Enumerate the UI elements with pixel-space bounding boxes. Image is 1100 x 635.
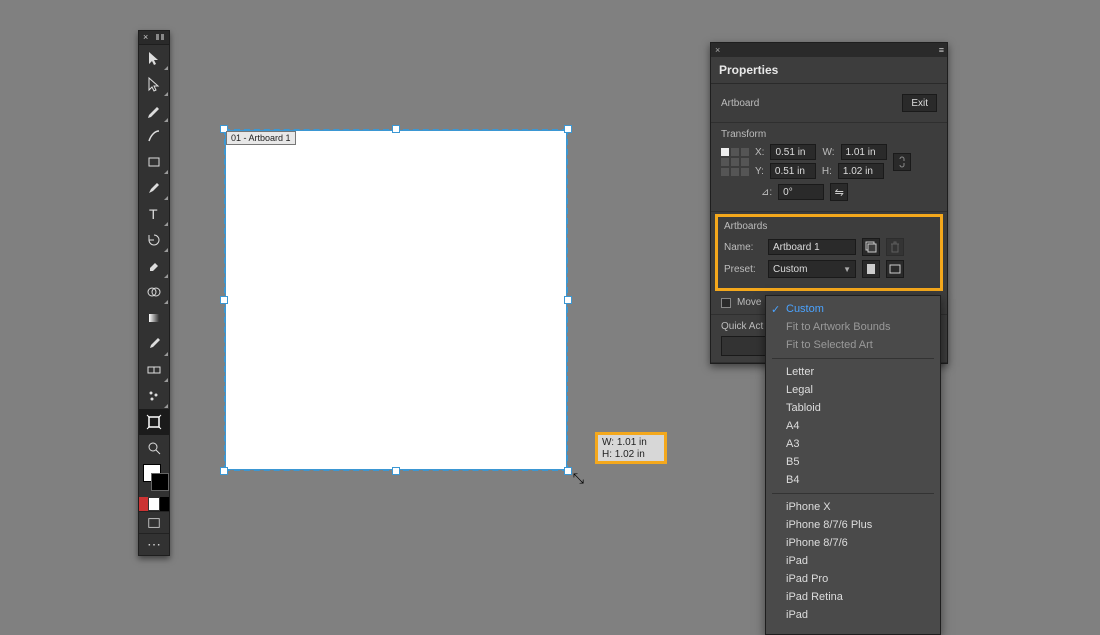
angle-field[interactable]: 0° — [778, 184, 824, 200]
transform-section: Transform X: 0.51 in W: 1.01 in Y: 0.51 … — [711, 123, 947, 212]
preset-dropdown: Custom Fit to Artwork Bounds Fit to Sele… — [765, 295, 941, 635]
edit-toolbar-button[interactable]: ⋯ — [139, 533, 169, 555]
eyedropper-tool[interactable] — [139, 331, 169, 357]
artboards-heading: Artboards — [724, 221, 934, 232]
resize-handle-b[interactable] — [392, 467, 400, 475]
dropdown-separator — [772, 493, 934, 494]
constrain-proportions-icon[interactable] — [893, 153, 911, 171]
symbol-sprayer-tool[interactable] — [139, 383, 169, 409]
exit-button[interactable]: Exit — [902, 94, 937, 112]
preset-value: Custom — [773, 264, 807, 275]
preset-option[interactable]: A3 — [766, 435, 940, 453]
resize-handle-br[interactable] — [564, 467, 572, 475]
h-label: H: — [822, 166, 832, 177]
preset-option-custom[interactable]: Custom — [766, 300, 940, 318]
svg-text:T: T — [149, 206, 158, 222]
move-checkbox[interactable] — [721, 298, 731, 308]
preset-option[interactable]: iPhone X — [766, 498, 940, 516]
resize-handle-r[interactable] — [564, 296, 572, 304]
orientation-portrait-icon[interactable] — [862, 260, 880, 278]
panel-title-row: Properties — [711, 57, 947, 84]
artboard-tool[interactable] — [139, 409, 169, 435]
zoom-tool[interactable] — [139, 435, 169, 461]
y-label: Y: — [755, 166, 764, 177]
preset-option[interactable]: iPhone 8/7/6 — [766, 534, 940, 552]
chevron-down-icon: ▼ — [843, 265, 851, 274]
delete-artboard-icon — [886, 238, 904, 256]
angle-label: ⊿: — [761, 187, 772, 198]
preset-option[interactable]: iPad Pro — [766, 570, 940, 588]
artboard-label: 01 - Artboard 1 — [226, 131, 296, 145]
direct-selection-tool[interactable] — [139, 71, 169, 97]
move-label: Move — [737, 297, 761, 308]
resize-handle-tr[interactable] — [564, 125, 572, 133]
color-mode-row[interactable] — [139, 497, 169, 511]
name-label: Name: — [724, 242, 762, 253]
x-label: X: — [755, 147, 764, 158]
palette-header[interactable]: × — [139, 31, 169, 45]
preset-option[interactable]: A4 — [766, 417, 940, 435]
gradient-tool[interactable] — [139, 305, 169, 331]
transform-heading: Transform — [721, 129, 937, 140]
preset-label: Preset: — [724, 264, 762, 275]
preset-option[interactable]: Legal — [766, 381, 940, 399]
preset-option[interactable]: iPad Retina — [766, 588, 940, 606]
orientation-landscape-icon[interactable] — [886, 260, 904, 278]
panel-close-icon[interactable]: × — [715, 45, 720, 55]
panel-menu-icon[interactable]: ≡ — [939, 45, 943, 55]
y-field[interactable]: 0.51 in — [770, 163, 816, 179]
preset-option-fit-artwork[interactable]: Fit to Artwork Bounds — [766, 318, 940, 336]
paintbrush-tool[interactable] — [139, 175, 169, 201]
curvature-tool[interactable] — [139, 123, 169, 149]
preset-select[interactable]: Custom ▼ — [768, 260, 856, 278]
shape-builder-tool[interactable] — [139, 279, 169, 305]
expand-icon[interactable] — [156, 34, 166, 40]
quick-action-button[interactable] — [721, 336, 771, 356]
w-field[interactable]: 1.01 in — [841, 144, 887, 160]
resize-cursor-icon: ⤡ — [573, 470, 584, 487]
h-field[interactable]: 1.02 in — [838, 163, 884, 179]
preset-option[interactable]: B5 — [766, 453, 940, 471]
dim-width: W: 1.01 in — [602, 437, 660, 449]
rectangle-tool[interactable] — [139, 149, 169, 175]
fill-stroke-swatches[interactable] — [139, 461, 169, 497]
eraser-tool[interactable] — [139, 253, 169, 279]
selection-outline — [224, 129, 568, 471]
artboard-name-field[interactable]: Artboard 1 — [768, 239, 856, 255]
blend-tool[interactable] — [139, 357, 169, 383]
type-tool[interactable]: T — [139, 201, 169, 227]
selection-type-label: Artboard — [721, 98, 759, 109]
preset-option[interactable]: iPhone 8/7/6 Plus — [766, 516, 940, 534]
preset-option[interactable]: Tabloid — [766, 399, 940, 417]
stroke-swatch[interactable] — [151, 473, 169, 491]
panel-title: Properties — [719, 63, 778, 77]
preset-option-fit-selected[interactable]: Fit to Selected Art — [766, 336, 940, 354]
dim-height: H: 1.02 in — [602, 449, 660, 461]
resize-handle-l[interactable] — [220, 296, 228, 304]
close-icon[interactable]: × — [143, 32, 148, 42]
x-field[interactable]: 0.51 in — [770, 144, 816, 160]
preset-option[interactable]: B4 — [766, 471, 940, 489]
preset-option[interactable]: iPad — [766, 606, 940, 624]
preset-option[interactable]: iPad — [766, 552, 940, 570]
preset-option[interactable]: Letter — [766, 363, 940, 381]
reference-point-grid[interactable] — [721, 148, 749, 176]
resize-handle-bl[interactable] — [220, 467, 228, 475]
selection-tool[interactable] — [139, 45, 169, 71]
dimension-tooltip: W: 1.01 in H: 1.02 in — [595, 432, 667, 464]
tool-palette: × T ⋯ — [138, 30, 170, 556]
screen-mode-tool[interactable] — [139, 511, 169, 533]
panel-tabbar[interactable]: × ≡ — [711, 43, 947, 57]
new-artboard-icon[interactable] — [862, 238, 880, 256]
w-label: W: — [822, 147, 834, 158]
artboard-area: 01 - Artboard 1 ⤡ — [206, 111, 586, 489]
flip-h-icon[interactable]: ⇋ — [830, 183, 848, 201]
resize-handle-t[interactable] — [392, 125, 400, 133]
dropdown-separator — [772, 358, 934, 359]
artboards-highlight: Artboards Name: Artboard 1 Preset: Custo… — [715, 214, 943, 291]
pen-tool[interactable] — [139, 97, 169, 123]
rotate-tool[interactable] — [139, 227, 169, 253]
